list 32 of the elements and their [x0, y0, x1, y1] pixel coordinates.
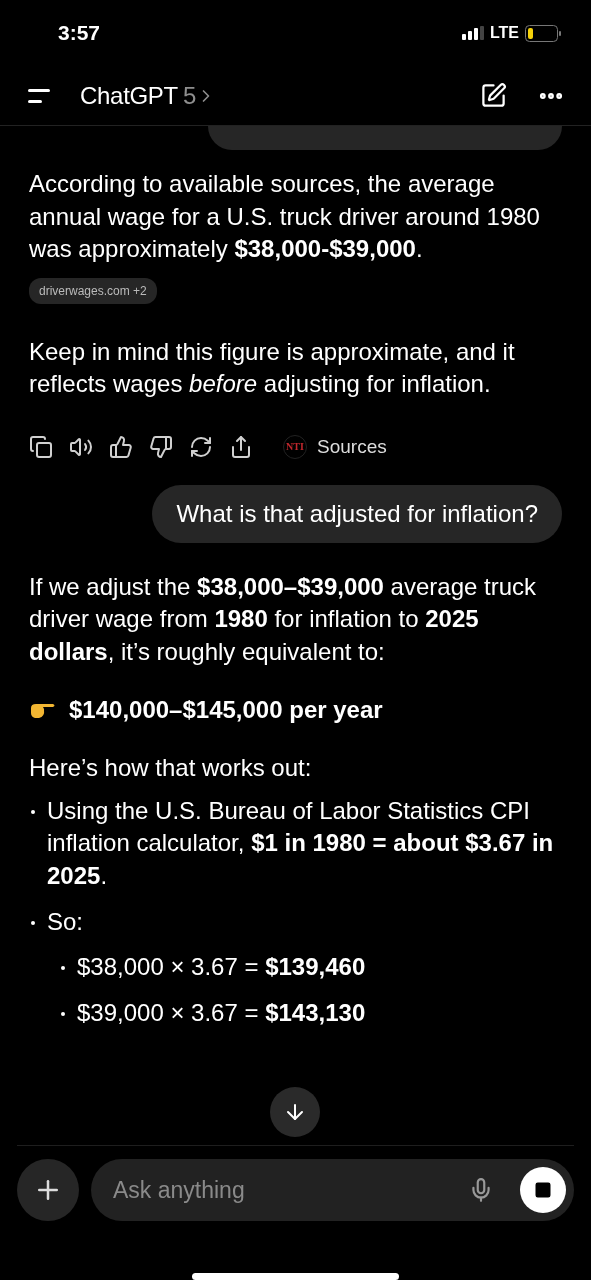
bullet-icon: [31, 809, 35, 814]
thumbs-down-icon[interactable]: [149, 434, 173, 459]
scroll-down-button[interactable]: [270, 1087, 320, 1137]
sources-link[interactable]: Sources: [317, 435, 387, 458]
copy-icon[interactable]: [29, 434, 53, 459]
message-field[interactable]: Ask anything: [91, 1159, 574, 1221]
new-chat-icon[interactable]: [480, 82, 507, 109]
status-time: 3:57: [58, 21, 101, 45]
network-label: LTE: [489, 24, 519, 42]
stop-icon: [534, 1181, 552, 1199]
app-title[interactable]: ChatGPT: [80, 81, 178, 110]
bullet-icon: [61, 1012, 65, 1016]
source-chip[interactable]: driverwages.com +2: [29, 277, 157, 304]
message-text: According to available sources, the average annual wage for a U.S. truck driver around 1980 was approximately $38,000-$39,000.: [29, 169, 541, 264]
user-message: What is that adjusted for inflation?: [152, 484, 562, 543]
list-item-text: $39,000 × 3.67 = $143,130: [77, 999, 366, 1026]
highlight-text: $140,000–$145,000 per year: [69, 696, 383, 724]
bullet-icon: [31, 921, 35, 925]
list-item-text: So:: [47, 908, 84, 935]
bullet-icon: [61, 965, 65, 970]
list-item-text: $38,000 × 3.67 = $139,460: [77, 952, 366, 980]
menu-icon[interactable]: [26, 87, 52, 104]
message-text: Here’s how that works out:: [29, 753, 313, 783]
message-text: Keep in mind this figure is approximate, and it reflects wages before adjusting for inflation.: [29, 336, 516, 399]
model-selector[interactable]: 5: [182, 81, 197, 110]
signal-icon: [461, 26, 484, 40]
thumbs-up-icon[interactable]: [109, 434, 133, 459]
message-text: If we adjust the $38,000–$39,000 average truck driver wage from 1980 for inflation to 2025 dollars, it’s roughly equivalent to:: [29, 571, 538, 667]
battery-icon: [525, 24, 561, 42]
regenerate-icon[interactable]: [189, 434, 213, 459]
share-icon[interactable]: [229, 434, 253, 459]
list-item-text: Using the U.S. Bureau of Labor Statistics CPI inflation calculator, $1 in 1980 = about $3.67 in 2025.: [47, 796, 554, 889]
